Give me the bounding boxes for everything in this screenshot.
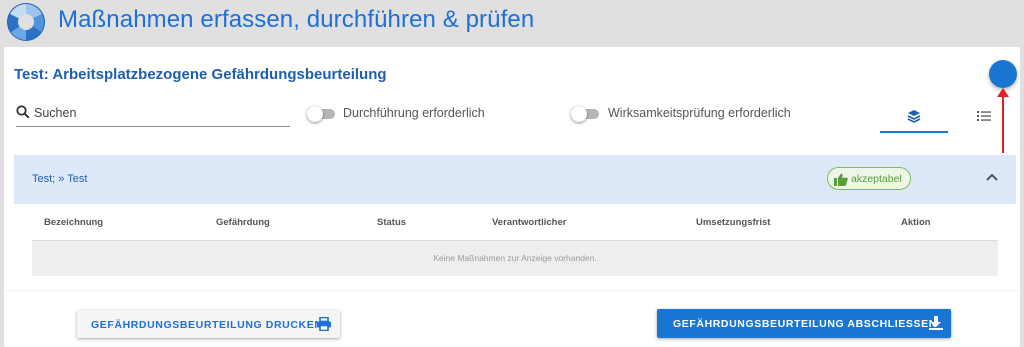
toggle-durchfuehrung-label: Durchführung erforderlich [343,106,485,120]
table-empty-row: Keine Maßnahmen zur Anzeige vorhanden. [32,241,998,276]
circular-segments-logo [7,3,45,41]
column-header-umsetzungsfrist[interactable]: Umsetzungsfrist [696,217,770,228]
footer-divider [4,290,1020,291]
app-header: Maßnahmen erfassen, durchführen & prüfen [0,0,1024,47]
finish-assessment-button[interactable]: GEFÄHRDUNGSBEURTEILUNG ABSCHLIESSEN [657,309,951,338]
panel-title: Test; » Test [32,173,88,185]
download-icon [929,316,943,330]
status-badge-label: akzeptabel [851,173,902,185]
tab-list-view[interactable] [950,97,1018,133]
toggle-wirksamkeitspruefung-label: Wirksamkeitsprüfung erforderlich [608,106,791,120]
search-field[interactable] [16,103,290,127]
column-header-bezeichnung[interactable]: Bezeichnung [44,217,103,228]
floating-action-button[interactable] [989,60,1017,88]
tab-layers-view[interactable] [880,97,948,133]
column-header-status[interactable]: Status [377,217,406,228]
main-card: Test: Arbeitsplatzbezogene Gefährdungsbe… [4,47,1020,347]
thumbs-up-icon [834,173,848,186]
toggle-wirksamkeitspruefung[interactable] [571,106,601,122]
toggle-knob [571,106,587,122]
search-icon [16,105,30,119]
app-title: Maßnahmen erfassen, durchführen & prüfen [58,6,535,33]
empty-state-text: Keine Maßnahmen zur Anzeige vorhanden. [433,253,597,263]
page-title: Test: Arbeitsplatzbezogene Gefährdungsbe… [14,66,387,83]
column-header-aktion: Aktion [901,217,931,228]
printer-icon [317,317,331,331]
chevron-up-icon[interactable] [986,173,998,181]
print-button[interactable]: GEFÄHRDUNGSBEURTEILUNG DRUCKEN [77,310,340,338]
layers-icon [907,110,921,123]
toggle-durchfuehrung[interactable] [307,106,337,122]
search-input[interactable] [34,103,284,123]
column-header-gefaehrdung[interactable]: Gefährdung [216,217,270,228]
table-header: Bezeichnung Gefährdung Status Verantwort… [14,204,1016,240]
expansion-panel-header[interactable]: Test; » Test akzeptabel [14,155,1016,204]
toggle-knob [307,106,323,122]
list-icon [977,111,991,121]
status-badge: akzeptabel [827,167,911,190]
finish-assessment-label: GEFÄHRDUNGSBEURTEILUNG ABSCHLIESSEN [673,318,937,330]
print-button-label: GEFÄHRDUNGSBEURTEILUNG DRUCKEN [91,319,323,331]
column-header-verantwortlicher[interactable]: Verantwortlicher [492,217,566,228]
